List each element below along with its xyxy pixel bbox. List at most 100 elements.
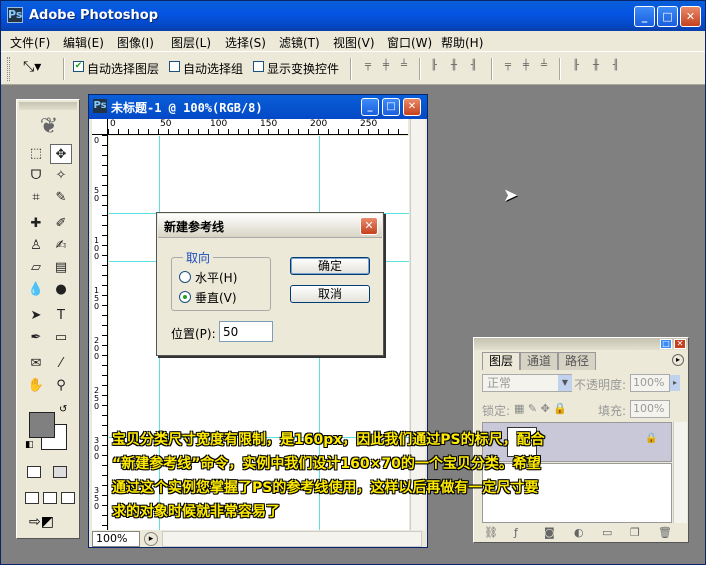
document-minimize-button[interactable]: _	[361, 98, 379, 116]
menu-filter[interactable]: 滤镜(T)	[279, 34, 320, 51]
menu-window[interactable]: 窗口(W)	[387, 34, 432, 51]
eraser-tool-icon[interactable]: ▱	[25, 258, 47, 278]
ruler-origin[interactable]	[92, 119, 108, 135]
dialog-close-button[interactable]: ✕	[360, 217, 378, 235]
distribute-hcenter-icon[interactable]: ╫	[589, 60, 603, 76]
jump-to-imageready-icon[interactable]: ⇨◩	[29, 514, 54, 530]
zoom-tool-icon[interactable]: ⚲	[50, 376, 72, 396]
delete-layer-icon[interactable]: 🗑	[658, 526, 672, 539]
pen-tool-icon[interactable]: ✒	[25, 328, 47, 348]
tab-layers[interactable]: 图层	[482, 352, 521, 370]
distribute-top-icon[interactable]: ╤	[501, 60, 515, 76]
brush-tool-icon[interactable]: ✐	[50, 214, 72, 234]
dodge-tool-icon[interactable]: ●	[50, 280, 72, 300]
tab-channels[interactable]: 通道	[520, 352, 559, 370]
marquee-tool-icon[interactable]: ⬚	[25, 144, 47, 164]
type-tool-icon[interactable]: T	[50, 306, 72, 326]
position-input[interactable]	[219, 321, 273, 342]
palette-header[interactable]: □ ✕	[474, 338, 688, 350]
full-screen-mode-icon[interactable]	[61, 492, 75, 504]
distribute-right-icon[interactable]: ╢	[609, 60, 623, 76]
palette-close-button[interactable]: ✕	[674, 339, 686, 349]
auto-select-layer-checkbox[interactable]: ✔	[73, 61, 84, 72]
minimize-button[interactable]: _	[634, 6, 655, 27]
menu-select[interactable]: 选择(S)	[225, 34, 266, 51]
vertical-ruler[interactable]: 0 5 0 1 0 0 1 5 0 2 0 0 2 5 0 3 0 0 3 5 …	[92, 135, 108, 530]
hand-tool-icon[interactable]: ✋	[25, 376, 47, 396]
distribute-bottom-icon[interactable]: ╧	[537, 60, 551, 76]
menu-layer[interactable]: 图层(L)	[171, 34, 211, 51]
dialog-title-bar[interactable]: 新建参考线 ✕	[158, 214, 382, 238]
maximize-button[interactable]: □	[657, 6, 678, 27]
palette-minimize-button[interactable]: □	[660, 339, 672, 349]
gradient-tool-icon[interactable]: ▤	[50, 258, 72, 278]
zoom-field[interactable]: 100%	[92, 531, 140, 547]
palette-menu-icon[interactable]: ▸	[672, 354, 684, 366]
link-layers-icon[interactable]: ⛓	[484, 526, 498, 539]
distribute-vcenter-icon[interactable]: ╪	[519, 60, 533, 76]
horizontal-radio[interactable]	[179, 271, 191, 283]
foreground-color-swatch[interactable]	[29, 412, 55, 438]
align-hcenter-icon[interactable]: ╫	[447, 60, 461, 76]
align-left-icon[interactable]: ╟	[427, 60, 441, 76]
lasso-tool-icon[interactable]: ᗜ	[25, 166, 47, 186]
horizontal-ruler[interactable]: 0 50 100 150 200 250	[108, 119, 408, 135]
layer-mask-icon[interactable]: ◙	[544, 526, 555, 539]
menu-view[interactable]: 视图(V)	[333, 34, 375, 51]
layer-style-icon[interactable]: ƒ	[514, 526, 518, 539]
tab-paths[interactable]: 路径	[558, 352, 597, 370]
vertical-label[interactable]: 垂直(V)	[195, 289, 237, 306]
full-screen-menu-mode-icon[interactable]	[43, 492, 57, 504]
standard-mode-icon[interactable]	[27, 466, 41, 478]
menu-file[interactable]: 文件(F)	[10, 34, 50, 51]
distribute-left-icon[interactable]: ╟	[569, 60, 583, 76]
clone-stamp-tool-icon[interactable]: ♙	[25, 236, 47, 256]
toolbar-grip[interactable]	[7, 57, 10, 81]
move-tool-icon[interactable]: ✥	[50, 144, 72, 164]
swap-colors-icon[interactable]: ↺	[59, 404, 67, 415]
standard-screen-mode-icon[interactable]	[25, 492, 39, 504]
align-vcenter-icon[interactable]: ╪	[379, 60, 393, 76]
close-button[interactable]: ✕	[680, 6, 701, 27]
path-selection-tool-icon[interactable]: ➤	[25, 306, 47, 326]
crop-tool-icon[interactable]: ⌗	[25, 188, 47, 208]
slice-tool-icon[interactable]: ✎	[50, 188, 72, 208]
new-group-icon[interactable]: ▭	[602, 526, 612, 539]
status-menu-icon[interactable]: ▸	[144, 532, 158, 546]
ok-button[interactable]: 确定	[290, 257, 370, 275]
document-title-bar[interactable]: Ps 未标题-1 @ 100%(RGB/8) _ □ ✕	[89, 95, 427, 119]
horizontal-label[interactable]: 水平(H)	[195, 269, 237, 286]
chevron-right-icon[interactable]: ▸	[670, 375, 680, 391]
eyedropper-tool-icon[interactable]: ⁄	[50, 354, 72, 374]
document-maximize-button[interactable]: □	[382, 98, 400, 116]
cancel-button[interactable]: 取消	[290, 285, 370, 303]
vertical-radio[interactable]	[179, 291, 191, 303]
chevron-down-icon[interactable]: ▼	[558, 375, 572, 391]
align-bottom-icon[interactable]: ╧	[397, 60, 411, 76]
blur-tool-icon[interactable]: 💧	[25, 280, 47, 300]
magic-wand-tool-icon[interactable]: ✧	[50, 166, 72, 186]
healing-brush-tool-icon[interactable]: ✚	[25, 214, 47, 234]
default-colors-icon[interactable]: ◧	[25, 440, 34, 450]
history-brush-tool-icon[interactable]: ✍	[50, 236, 72, 256]
document-close-button[interactable]: ✕	[403, 98, 421, 116]
auto-select-group-checkbox[interactable]	[169, 61, 180, 72]
quick-mask-mode-icon[interactable]	[53, 466, 67, 478]
align-right-icon[interactable]: ╢	[467, 60, 481, 76]
fill-field[interactable]: 100%	[630, 400, 670, 418]
menu-edit[interactable]: 编辑(E)	[63, 34, 104, 51]
menu-image[interactable]: 图像(I)	[117, 34, 154, 51]
horizontal-scrollbar[interactable]	[162, 531, 422, 547]
toolbox-header[interactable]	[19, 102, 77, 110]
layers-scrollbar[interactable]	[673, 422, 687, 523]
title-bar[interactable]: Ps Adobe Photoshop _ □ ✕	[1, 1, 705, 31]
shape-tool-icon[interactable]: ▭	[50, 328, 72, 348]
show-transform-controls-checkbox[interactable]	[253, 61, 264, 72]
opacity-field[interactable]: 100%	[630, 374, 670, 392]
new-layer-icon[interactable]: ❐	[630, 526, 640, 539]
notes-tool-icon[interactable]: ✉	[25, 354, 47, 374]
menu-help[interactable]: 帮助(H)	[441, 34, 483, 51]
move-tool-icon[interactable]: ⤡▾	[23, 59, 41, 75]
adjustment-layer-icon[interactable]: ◐	[574, 526, 584, 539]
align-top-icon[interactable]: ╤	[361, 60, 375, 76]
